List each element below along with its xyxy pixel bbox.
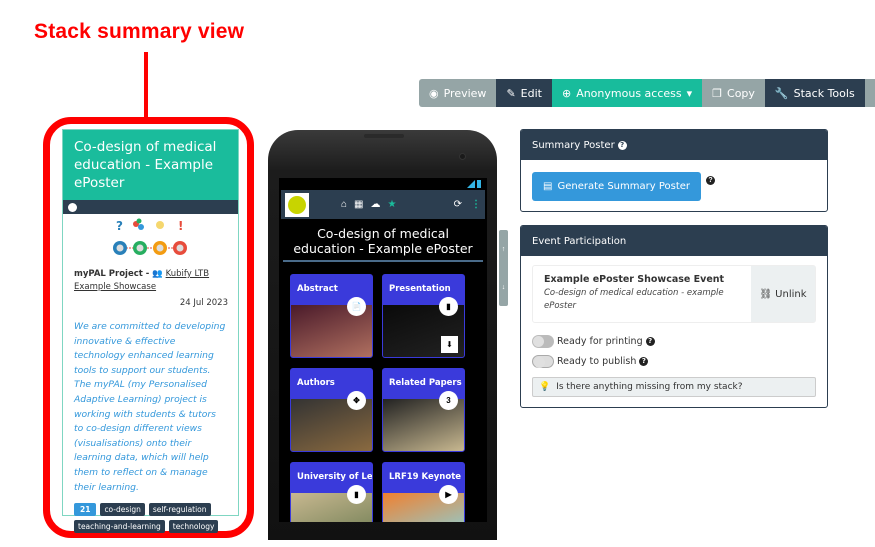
tag[interactable]: teaching-and-learning: [74, 520, 165, 534]
comments-icon[interactable]: ☁: [371, 199, 381, 210]
lightbulb-icon: 💡: [539, 382, 551, 392]
stack-tools-button[interactable]: 🔧 Stack Tools: [764, 79, 865, 107]
app-logo[interactable]: [285, 192, 309, 217]
event-name: Example ePoster Showcase Event: [544, 274, 725, 285]
svg-text:!: !: [178, 219, 183, 233]
ready-for-printing-row: Ready for printing ?: [532, 331, 827, 351]
card-access-bar: [63, 200, 238, 214]
ellipsis-vertical-icon[interactable]: ⋮: [471, 199, 481, 210]
tag[interactable]: technology: [168, 520, 219, 534]
battery-icon: [477, 180, 481, 188]
event-participation-panel: Event Participation Example ePoster Show…: [520, 225, 828, 408]
kubify-logo-icon: [288, 195, 306, 214]
ready-to-publish-row: Ready to publish ?: [532, 351, 827, 371]
globe-icon: ⊕: [561, 86, 572, 100]
caret-down-icon: ▾: [686, 86, 693, 100]
tile-badge-icon[interactable]: ✥: [347, 391, 366, 410]
tag[interactable]: self-regulation: [148, 503, 211, 517]
eye-icon: ◉: [429, 86, 439, 100]
panel-heading: Summary Poster ?: [521, 130, 827, 160]
stack-title: Co-design of medical education - Example…: [283, 219, 483, 262]
ready-for-printing-toggle[interactable]: [532, 334, 554, 348]
tile-badge-icon[interactable]: 📄: [347, 297, 366, 316]
tile-abstract[interactable]: Abstract 📄: [290, 274, 373, 358]
star-icon[interactable]: ★: [388, 199, 397, 210]
help-icon[interactable]: ?: [617, 140, 627, 150]
help-icon[interactable]: ?: [645, 336, 655, 346]
copy-icon: ❐: [712, 86, 723, 100]
tile-related-papers[interactable]: Related Papers 3: [382, 368, 465, 452]
card-date: 24 Jul 2023: [179, 298, 228, 308]
phone-speaker: [364, 134, 404, 138]
app-bar: ⌂ ▦ ☁ ★ ⟳ ⋮: [281, 190, 485, 219]
tile-action-icon[interactable]: ⬇: [441, 336, 458, 353]
tile-badge-icon[interactable]: ▮: [439, 297, 458, 316]
tile-label: Presentation: [389, 284, 451, 294]
help-icon[interactable]: ?: [706, 176, 716, 185]
count-badge: 21: [74, 503, 97, 517]
stack-summary-card[interactable]: Co-design of medical education - Example…: [62, 129, 239, 534]
arrow-down-icon[interactable]: ↓: [502, 284, 506, 291]
wrench-icon: 🔧: [774, 86, 789, 100]
tile-authors[interactable]: Authors ✥: [290, 368, 373, 452]
panel-heading: Event Participation: [521, 226, 827, 256]
card-description: We are committed to developing innovativ…: [74, 321, 226, 493]
tile-university-of-lee[interactable]: University of Lee▮↗: [290, 462, 373, 522]
anonymous-access-dropdown[interactable]: ⊕ Anonymous access ▾: [551, 79, 703, 107]
tile-grid: Abstract 📄 Presentation ▮ ⬇ Authors ✥ Related P…: [279, 262, 487, 522]
tile-lrf19-keynote[interactable]: LRF19 Keynote▶↗: [382, 462, 465, 522]
project-name: myPAL Project -: [74, 269, 153, 279]
help-icon[interactable]: ?: [639, 356, 649, 366]
group-icon: 👥: [152, 269, 163, 279]
unlink-button[interactable]: ⛓ Unlink: [751, 266, 815, 322]
more-options-button[interactable]: ⋮: [864, 79, 875, 107]
tile-label: Related Papers: [389, 378, 462, 388]
unlink-icon: ⛓: [759, 288, 773, 300]
missing-items-button[interactable]: 💡 Is there anything missing from my stac…: [532, 377, 816, 397]
project-logo: ? !: [63, 214, 238, 262]
edit-button[interactable]: ✎ Edit: [496, 79, 552, 107]
image-icon: ▤: [543, 181, 553, 192]
tile-label: LRF19 Keynote: [389, 472, 462, 482]
signal-icon: [467, 180, 475, 188]
svg-text:?: ?: [116, 219, 123, 233]
refresh-icon[interactable]: ⟳: [454, 199, 462, 210]
copy-button[interactable]: ❐ Copy: [702, 79, 765, 107]
summary-poster-panel: Summary Poster ? ▤ Generate Summary Post…: [520, 129, 828, 212]
tag-list: 21 co-design self-regulation teaching-an…: [63, 495, 238, 534]
edit-icon: ✎: [506, 86, 516, 100]
card-title: Co-design of medical education - Example…: [63, 130, 238, 200]
tile-label: Authors: [297, 378, 335, 388]
annotation-title: Stack summary view: [34, 20, 245, 43]
phone-screen: ⌂ ▦ ☁ ★ ⟳ ⋮ Co-design of medical educati…: [279, 178, 487, 522]
tile-label: Abstract: [297, 284, 338, 294]
status-bar: [279, 178, 487, 190]
arrow-up-icon[interactable]: ↑: [502, 246, 506, 253]
event-item: Example ePoster Showcase Event Co-design…: [532, 265, 816, 323]
annotation-line: [144, 52, 148, 118]
tag[interactable]: co-design: [100, 503, 145, 517]
grid-icon[interactable]: ▦: [354, 199, 363, 210]
preview-button[interactable]: ◉ Preview: [419, 79, 497, 107]
ready-to-publish-toggle[interactable]: [532, 354, 554, 368]
stack-toolbar: ◉ Preview ✎ Edit ⊕ Anonymous access ▾ ❐ Copy …: [419, 79, 875, 107]
event-stack-name: Co-design of medical education - example…: [544, 288, 724, 311]
phone-camera: [459, 153, 466, 160]
tile-label: University of Lee: [297, 472, 372, 482]
globe-icon: [68, 202, 77, 212]
tile-badge-icon[interactable]: 3: [439, 391, 458, 410]
generate-summary-poster-button[interactable]: ▤ Generate Summary Poster: [532, 172, 702, 201]
mypal-logo-icon: ? !: [112, 218, 187, 255]
tile-presentation[interactable]: Presentation ▮ ⬇: [382, 274, 465, 358]
home-icon[interactable]: ⌂: [341, 199, 347, 210]
card-project-line: myPAL Project - 👥 Kubify LTB Example Sho…: [63, 262, 238, 294]
scroll-strip[interactable]: ↑ ↓: [499, 230, 508, 306]
tile-badge-icon[interactable]: ▶: [439, 485, 458, 504]
tile-badge-icon[interactable]: ▮: [347, 485, 366, 504]
